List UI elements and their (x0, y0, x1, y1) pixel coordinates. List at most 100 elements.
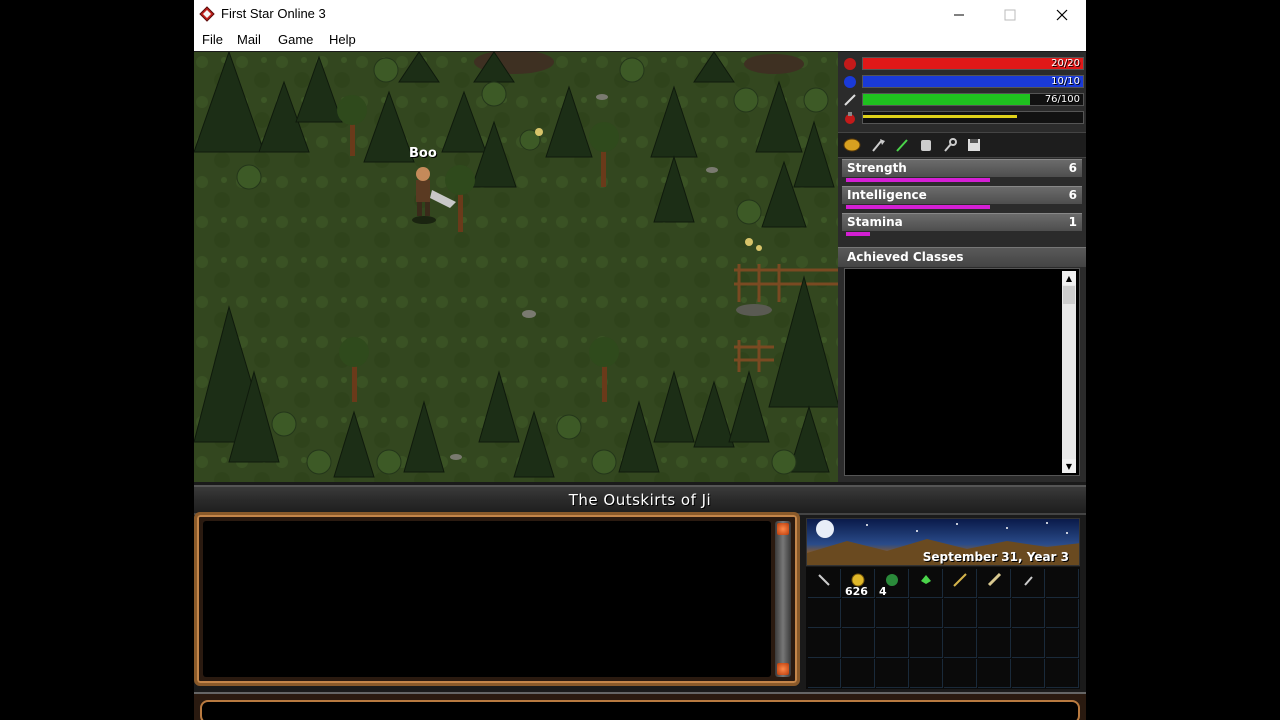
game-date: September 31, Year 3 (922, 550, 1069, 564)
menu-bar: File Mail Game Help (194, 29, 1086, 51)
inventory-slot[interactable] (876, 629, 909, 658)
inventory-slot[interactable] (842, 629, 875, 658)
panel-tabs (838, 132, 1086, 158)
inventory-slot[interactable] (1012, 569, 1045, 598)
stat-name: Intelligence (847, 188, 927, 202)
key-icon (944, 138, 957, 152)
inventory-slot[interactable] (910, 629, 943, 658)
menu-mail[interactable]: Mail (237, 32, 261, 47)
stamina-bar: 76/100 (840, 92, 1084, 108)
health-bar: 20/20 (840, 56, 1084, 72)
menu-help[interactable]: Help (329, 32, 356, 47)
sword-icon (987, 572, 1002, 587)
inventory-slot[interactable] (1046, 599, 1079, 628)
tab-save[interactable] (964, 136, 984, 154)
inventory-slot[interactable] (978, 569, 1011, 598)
tab-stats[interactable] (842, 136, 862, 154)
stat-bar (846, 232, 870, 236)
stat-name: Stamina (847, 215, 903, 229)
stat-value: 1 (1068, 215, 1077, 229)
mana-orb-icon (844, 76, 856, 88)
inventory-slot[interactable] (876, 599, 909, 628)
chat-scrollbar[interactable] (775, 521, 791, 677)
inventory-slot[interactable] (808, 659, 841, 688)
item-quantity: 626 (845, 585, 868, 598)
scroll-thumb[interactable] (1063, 286, 1075, 304)
inventory-slot[interactable] (910, 599, 943, 628)
mana-bar: 10/10 (840, 74, 1084, 90)
chat-input[interactable] (200, 700, 1080, 720)
inventory-slot[interactable] (1046, 659, 1079, 688)
inventory-slot[interactable] (910, 659, 943, 688)
chat-log[interactable] (203, 521, 771, 677)
experience-bar (840, 110, 1084, 126)
stat-bar (846, 205, 990, 209)
inventory-slot[interactable] (944, 659, 977, 688)
inventory-slot[interactable] (808, 599, 841, 628)
minimize-button[interactable] (936, 0, 982, 29)
inventory-slot[interactable] (1046, 629, 1079, 658)
maximize-button[interactable] (987, 0, 1033, 29)
inventory-slot[interactable] (842, 599, 875, 628)
character-panel: 20/20 10/10 76/100 Strength 6 Intelligen… (838, 52, 1086, 482)
stat-stamina: Stamina 1 (842, 213, 1082, 238)
chat-input-frame (194, 692, 1086, 720)
scroll-down-arrow-icon[interactable]: ▼ (1062, 459, 1076, 473)
achieved-classes-list[interactable]: ▲ ▼ (844, 268, 1080, 476)
tab-skills[interactable] (868, 136, 888, 154)
feather-icon (844, 94, 856, 106)
tab-equipment[interactable] (916, 136, 936, 154)
inventory-slot[interactable] (842, 659, 875, 688)
inventory-slot[interactable]: 626 (842, 569, 875, 598)
arrow-icon (818, 574, 830, 586)
inventory-slot[interactable] (944, 629, 977, 658)
stats-badge-icon (843, 138, 861, 152)
inventory-slot[interactable] (808, 629, 841, 658)
window-title: First Star Online 3 (221, 6, 326, 21)
maximize-icon (1004, 9, 1016, 20)
app-logo-icon (199, 6, 215, 22)
inventory-slot[interactable] (1046, 569, 1079, 598)
armor-icon (921, 140, 931, 151)
inventory-slot[interactable] (944, 599, 977, 628)
tab-keys[interactable] (940, 136, 960, 154)
heart-icon (844, 58, 856, 70)
inventory-slot[interactable]: 4 (876, 569, 909, 598)
stat-strength: Strength 6 (842, 159, 1082, 184)
minimize-icon (954, 14, 964, 15)
inventory-slot[interactable] (978, 659, 1011, 688)
floppy-disk-icon (968, 139, 980, 151)
achieved-classes-title: Achieved Classes (847, 250, 964, 264)
inventory-slot[interactable] (1012, 629, 1045, 658)
game-world-view[interactable]: Boo (194, 52, 838, 482)
game-window: First Star Online 3 File Mail Game Help (194, 0, 1086, 720)
achieved-classes-header: Achieved Classes (838, 247, 1086, 267)
wand-icon (896, 139, 908, 152)
stat-name: Strength (847, 161, 907, 175)
player-name-label: Boo (409, 146, 437, 161)
inventory-slot[interactable] (910, 569, 943, 598)
inventory-slot[interactable] (808, 569, 841, 598)
forest-map (194, 52, 838, 482)
menu-game[interactable]: Game (278, 32, 313, 47)
location-name: The Outskirts of Ji (568, 491, 712, 509)
tab-magic[interactable] (892, 136, 912, 154)
chat-scroll-down-button[interactable] (777, 663, 789, 675)
close-button[interactable] (1039, 0, 1085, 29)
classes-scrollbar[interactable]: ▲ ▼ (1062, 271, 1076, 473)
inventory-slot[interactable] (1012, 659, 1045, 688)
scroll-up-arrow-icon[interactable]: ▲ (1062, 271, 1076, 285)
inventory-slot[interactable] (978, 599, 1011, 628)
axe-icon (872, 139, 885, 152)
item-quantity: 4 (879, 585, 887, 598)
inventory-slot[interactable] (876, 659, 909, 688)
inventory-slot[interactable] (944, 569, 977, 598)
close-icon (1056, 9, 1068, 20)
leaf-icon (921, 575, 931, 584)
menu-file[interactable]: File (202, 32, 223, 47)
inventory-slot[interactable] (978, 629, 1011, 658)
title-bar: First Star Online 3 (194, 0, 1086, 29)
inventory-slot[interactable] (1012, 599, 1045, 628)
chat-scroll-up-button[interactable] (777, 523, 789, 535)
health-value: 20/20 (1051, 58, 1080, 69)
